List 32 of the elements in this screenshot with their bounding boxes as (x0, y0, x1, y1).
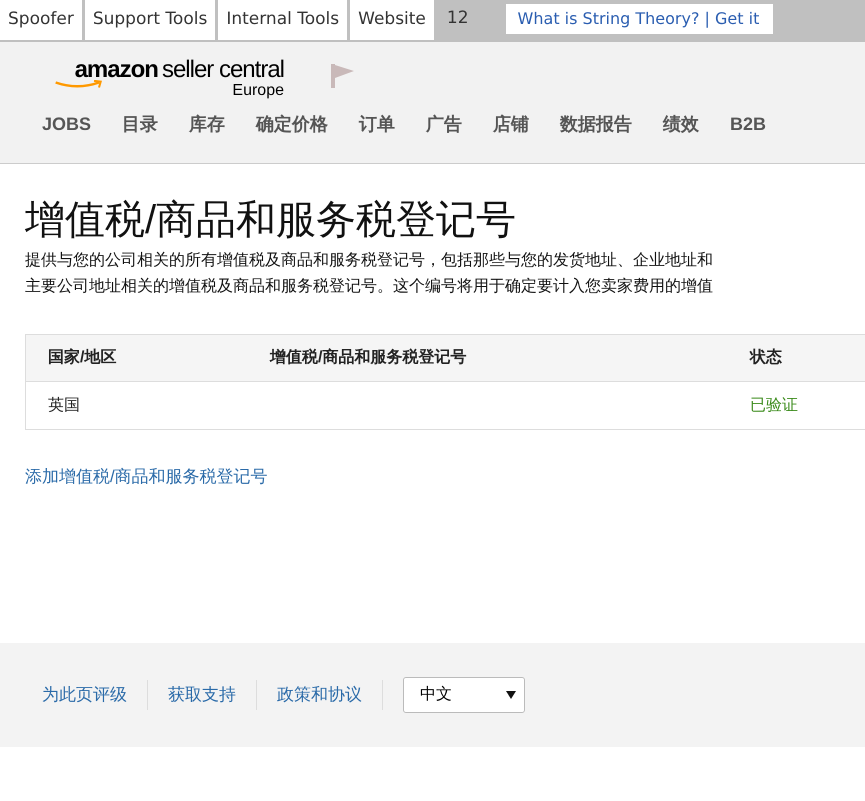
nav-link[interactable]: JOBS (42, 111, 92, 138)
page-title: 增值税/商品和服务税登记号 (25, 197, 518, 244)
toolbar-tab[interactable]: Internal Tools (218, 0, 348, 40)
language-select[interactable]: 中文 (403, 676, 525, 712)
description-text: 主要公司地址相关的增值税及商品和服务税登记号。这个编号将用于确定要计入您卖家费用的增值 (25, 276, 714, 297)
toolbar-tab[interactable]: Spoofer (0, 0, 82, 40)
nav-link[interactable]: B2B (730, 111, 766, 138)
caret-icon (506, 690, 516, 700)
status-text: 已验证 (749, 396, 799, 416)
flag-icon[interactable] (330, 62, 356, 90)
add-vat-link[interactable]: 添加增值税/商品和服务税登记号 (25, 464, 268, 490)
nav-link[interactable]: 订单 (359, 111, 396, 138)
nav-link[interactable]: 库存 (189, 111, 226, 138)
column-header: 增值税/商品和服务税登记号 (268, 347, 468, 368)
column-header: 状态 (748, 347, 783, 368)
footer-link[interactable]: 政策和协议 (277, 682, 362, 708)
amazon-seller-central-logo[interactable]: amazon seller central Europe (48, 58, 284, 99)
footer-link[interactable]: 为此页评级 (42, 682, 127, 708)
description-text: 提供与您的公司相关的所有增值税及商品和服务税登记号，包括那些与您的发货地址、企业地址和 (25, 250, 714, 271)
table-cell-text: 英国 (47, 396, 81, 416)
nav-link[interactable]: 店铺 (493, 111, 530, 138)
count-label: 12 (446, 7, 469, 30)
column-header: 国家/地区 (47, 347, 118, 368)
search-field[interactable]: What is String Theory? | Get it (506, 4, 773, 34)
toolbar-tab[interactable]: Website (350, 0, 434, 40)
nav-link[interactable]: 广告 (426, 111, 462, 138)
toolbar-tab[interactable]: Support Tools (84, 0, 216, 40)
nav-link[interactable]: 数据报告 (560, 111, 632, 138)
nav-link[interactable]: 目录 (122, 111, 158, 138)
nav-link[interactable]: 绩效 (663, 111, 700, 138)
footer-link[interactable]: 获取支持 (168, 682, 236, 708)
nav-link[interactable]: 确定价格 (256, 111, 328, 138)
